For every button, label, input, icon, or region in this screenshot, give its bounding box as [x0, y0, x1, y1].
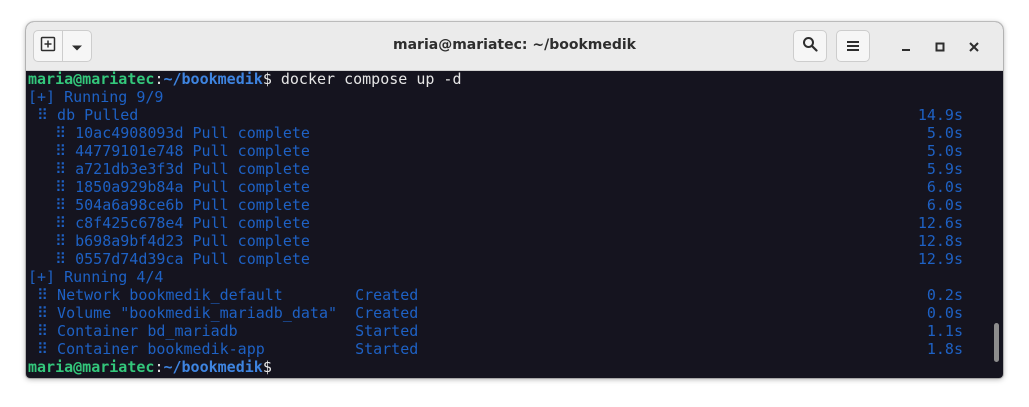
minimize-icon	[901, 37, 911, 56]
resource-time: 0.0s	[926, 304, 963, 322]
resource-line: ⠿ Volume "bookmedik_mariadb_data" Create…	[26, 304, 993, 322]
layer-text: ⠿ c8f425c678e4 Pull complete	[28, 214, 310, 232]
prompt-line: maria@mariatec:~/bookmedik$	[26, 358, 993, 376]
layer-time: 6.0s	[926, 178, 963, 196]
resource-text: ⠿ Container bd_mariadb Started	[28, 322, 419, 340]
layer-time: 12.8s	[917, 232, 963, 250]
db-pulled-text: ⠿ db Pulled	[28, 106, 139, 124]
resource-text: ⠿ Network bookmedik_default Created	[28, 286, 419, 304]
layer-line: ⠿ 44779101e748 Pull complete 5.0s	[26, 142, 993, 160]
db-pulled-time: 14.9s	[917, 106, 963, 124]
title-bar: maria@mariatec: ~/bookmedik	[26, 22, 1003, 71]
layer-text: ⠿ 1850a929b84a Pull complete	[28, 178, 310, 196]
layer-line: ⠿ 1850a929b84a Pull complete 6.0s	[26, 178, 993, 196]
resource-text: ⠿ Container bookmedik-app Started	[28, 340, 419, 358]
prompt-path: ~/bookmedik	[163, 358, 263, 376]
layer-text: ⠿ a721db3e3f3d Pull complete	[28, 160, 310, 178]
running-header-start: [+] Running 4/4	[28, 268, 164, 286]
prompt-dollar: $	[262, 70, 272, 88]
layer-time: 5.0s	[926, 124, 963, 142]
resource-line: ⠿ Container bookmedik-app Started 1.8s	[26, 340, 993, 358]
layer-line: ⠿ c8f425c678e4 Pull complete 12.6s	[26, 214, 993, 232]
layer-time: 12.6s	[917, 214, 963, 232]
layer-time: 6.0s	[926, 196, 963, 214]
resource-time: 0.2s	[926, 286, 963, 304]
main-menu-button[interactable]	[836, 30, 870, 62]
close-button[interactable]	[964, 36, 984, 56]
maximize-button[interactable]	[930, 36, 950, 56]
layer-text: ⠿ 44779101e748 Pull complete	[28, 142, 310, 160]
layer-text: ⠿ 0557d74d39ca Pull complete	[28, 250, 310, 268]
resource-time: 1.8s	[926, 340, 963, 358]
layer-line: ⠿ 10ac4908093d Pull complete 5.0s	[26, 124, 993, 142]
search-icon	[802, 36, 818, 56]
layer-text: ⠿ 504a6a98ce6b Pull complete	[28, 196, 310, 214]
resource-time: 1.1s	[926, 322, 963, 340]
layer-time: 12.9s	[917, 250, 963, 268]
close-icon	[969, 37, 979, 56]
layer-line: ⠿ 0557d74d39ca Pull complete 12.9s	[26, 250, 993, 268]
maximize-icon	[935, 37, 945, 56]
prompt-user-host: maria@mariatec	[28, 70, 155, 88]
layer-time: 5.9s	[926, 160, 963, 178]
db-pulled-line: ⠿ db Pulled 14.9s	[26, 106, 993, 124]
layer-line: ⠿ b698a9bf4d23 Pull complete 12.8s	[26, 232, 993, 250]
prompt-line: maria@mariatec:~/bookmedik$ docker compo…	[26, 70, 993, 88]
hamburger-menu-icon	[846, 37, 860, 56]
resource-text: ⠿ Volume "bookmedik_mariadb_data" Create…	[28, 304, 419, 322]
scrollbar-thumb[interactable]	[994, 323, 999, 362]
layer-line: ⠿ 504a6a98ce6b Pull complete 6.0s	[26, 196, 993, 214]
command-text: docker compose up -d	[271, 70, 462, 88]
layer-line: ⠿ a721db3e3f3d Pull complete 5.9s	[26, 160, 993, 178]
running-header-pull: [+] Running 9/9	[28, 88, 164, 106]
layer-text: ⠿ b698a9bf4d23 Pull complete	[28, 232, 310, 250]
prompt-user-host: maria@mariatec	[28, 358, 155, 376]
terminal-output[interactable]: maria@mariatec:~/bookmedik$ docker compo…	[26, 70, 993, 378]
prompt-dollar: $	[262, 358, 272, 376]
prompt-path: ~/bookmedik	[163, 70, 263, 88]
layer-text: ⠿ 10ac4908093d Pull complete	[28, 124, 310, 142]
minimize-button[interactable]	[896, 36, 916, 56]
search-button[interactable]	[793, 30, 827, 62]
terminal-window: maria@mariatec: ~/bookmedik maria@mariat…	[26, 22, 1003, 378]
resource-line: ⠿ Network bookmedik_default Created 0.2s	[26, 286, 993, 304]
resource-line: ⠿ Container bd_mariadb Started 1.1s	[26, 322, 993, 340]
layer-time: 5.0s	[926, 142, 963, 160]
